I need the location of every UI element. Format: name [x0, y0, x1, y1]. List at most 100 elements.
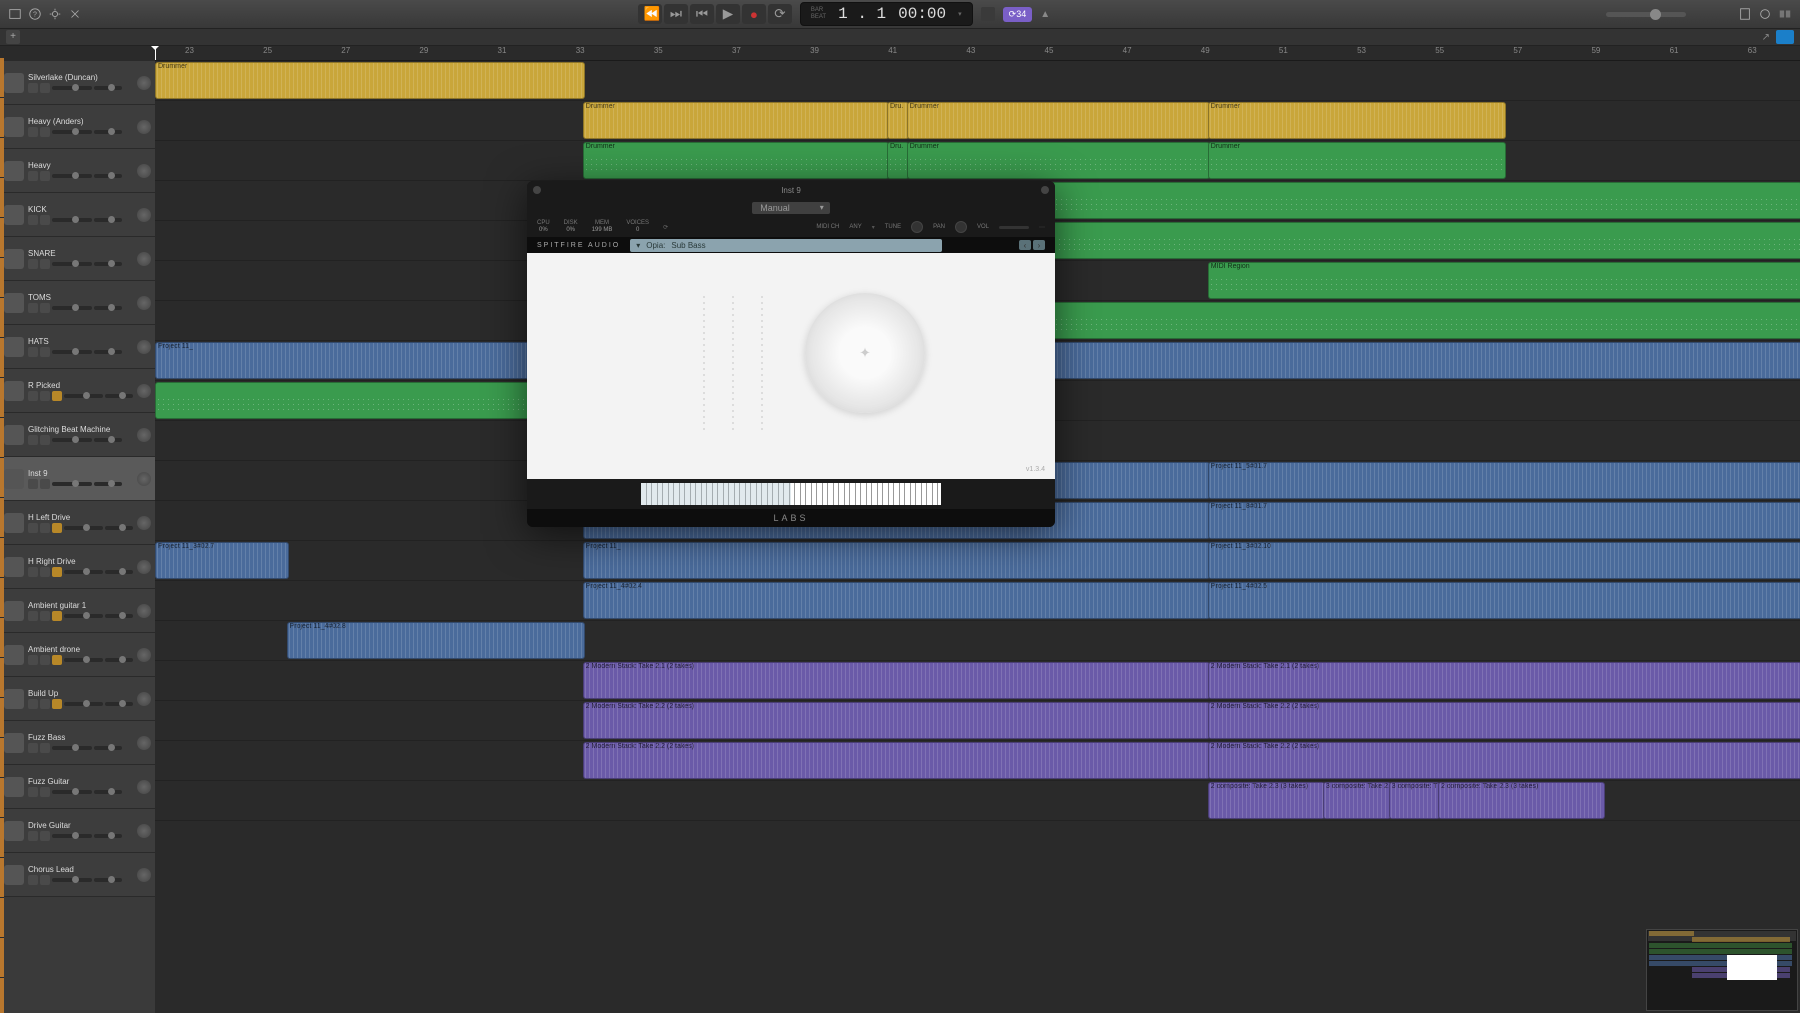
track-knob[interactable]: [137, 76, 151, 90]
track-header[interactable]: H Right Drive: [0, 545, 155, 589]
region[interactable]: Drummer: [583, 142, 889, 179]
track-knob[interactable]: [137, 296, 151, 310]
track-knob[interactable]: [137, 692, 151, 706]
region[interactable]: Project 11_8#01.7: [1208, 502, 1800, 539]
volume-slider[interactable]: [64, 658, 104, 662]
mute-button[interactable]: [28, 479, 38, 489]
arrange-minimap[interactable]: [1646, 929, 1798, 1011]
pan-slider[interactable]: [94, 218, 122, 222]
track-header[interactable]: Chorus Lead: [0, 853, 155, 897]
track-knob[interactable]: [137, 604, 151, 618]
track-header[interactable]: SNARE: [0, 237, 155, 281]
freeze-button[interactable]: [52, 523, 62, 533]
pan-slider[interactable]: [105, 394, 133, 398]
solo-button[interactable]: [40, 435, 50, 445]
pan-slider[interactable]: [94, 130, 122, 134]
master-volume-slider[interactable]: [1606, 12, 1686, 17]
volume-slider[interactable]: [64, 702, 104, 706]
track-icon[interactable]: [4, 249, 24, 269]
main-knob[interactable]: [805, 293, 925, 413]
timeline-ruler[interactable]: 2325272931333537394143454749515355575961…: [155, 46, 1800, 61]
pan-slider[interactable]: [94, 790, 122, 794]
region[interactable]: Drummer: [1208, 142, 1506, 179]
track-icon[interactable]: [4, 117, 24, 137]
freeze-button[interactable]: [52, 699, 62, 709]
track-icon[interactable]: [4, 337, 24, 357]
preset-selector[interactable]: Manual▾: [752, 202, 830, 214]
region[interactable]: 2 composite: Take 2.3 (3 takes): [1208, 782, 1325, 819]
pan-slider[interactable]: [105, 702, 133, 706]
metronome-icon[interactable]: ▲: [1040, 9, 1050, 20]
go-to-beginning-button[interactable]: ⏮: [690, 4, 714, 24]
media-browser-icon[interactable]: [1778, 7, 1792, 21]
snap-toggle[interactable]: [1776, 30, 1794, 44]
mute-button[interactable]: [28, 875, 38, 885]
mute-button[interactable]: [28, 699, 38, 709]
track-lane[interactable]: Project 11_4#02.4Project 11_4#02.5: [155, 581, 1800, 621]
plugin-keyboard[interactable]: [527, 479, 1055, 509]
pan-slider[interactable]: [94, 174, 122, 178]
mute-button[interactable]: [28, 83, 38, 93]
dynamics-fader[interactable]: [726, 293, 740, 433]
track-header[interactable]: Inst 9: [0, 457, 155, 501]
volume-slider[interactable]: [52, 86, 92, 90]
volume-slider[interactable]: [64, 394, 104, 398]
expression-fader[interactable]: [697, 293, 711, 433]
region[interactable]: Drummer: [907, 142, 1210, 179]
count-in-icon[interactable]: [981, 7, 995, 21]
volume-slider[interactable]: [52, 174, 92, 178]
rewind-start-button[interactable]: ⏪: [638, 4, 662, 24]
fast-forward-button[interactable]: ⏭: [664, 4, 688, 24]
track-knob[interactable]: [137, 208, 151, 222]
track-header[interactable]: TOMS: [0, 281, 155, 325]
volume-slider[interactable]: [52, 130, 92, 134]
solo-button[interactable]: [40, 655, 50, 665]
track-icon[interactable]: [4, 73, 24, 93]
pan-slider[interactable]: [94, 482, 122, 486]
solo-button[interactable]: [40, 831, 50, 841]
track-icon[interactable]: [4, 601, 24, 621]
track-knob[interactable]: [137, 384, 151, 398]
refresh-icon[interactable]: ⟳: [663, 224, 668, 231]
pan-slider[interactable]: [94, 262, 122, 266]
track-knob[interactable]: [137, 252, 151, 266]
pan-slider[interactable]: [94, 86, 122, 90]
track-knob[interactable]: [137, 780, 151, 794]
track-header[interactable]: Silverlake (Duncan): [0, 61, 155, 105]
region[interactable]: Drummer: [155, 62, 585, 99]
mute-button[interactable]: [28, 655, 38, 665]
volume-slider[interactable]: [52, 350, 92, 354]
pan-slider[interactable]: [94, 878, 122, 882]
solo-button[interactable]: [40, 787, 50, 797]
pan-slider[interactable]: [94, 306, 122, 310]
region[interactable]: Project 11_4#02.8: [287, 622, 585, 659]
tuner-button[interactable]: ⟳34: [1003, 7, 1033, 22]
mute-button[interactable]: [28, 523, 38, 533]
position-display[interactable]: 1 . 1: [838, 5, 886, 23]
mute-button[interactable]: [28, 259, 38, 269]
volume-slider[interactable]: [52, 878, 92, 882]
volume-slider[interactable]: [52, 218, 92, 222]
region[interactable]: 3 composite: T: [1389, 782, 1440, 819]
cycle-button[interactable]: ⟳: [768, 4, 792, 24]
solo-button[interactable]: [40, 303, 50, 313]
solo-button[interactable]: [40, 875, 50, 885]
region[interactable]: Project 11_: [583, 542, 1210, 579]
solo-button[interactable]: [40, 479, 50, 489]
region[interactable]: Drummer: [907, 102, 1210, 139]
mute-button[interactable]: [28, 611, 38, 621]
patch-selector[interactable]: ▾ Opia: Sub Bass: [630, 239, 942, 252]
volume-slider[interactable]: [52, 790, 92, 794]
track-header[interactable]: H Left Drive: [0, 501, 155, 545]
mute-button[interactable]: [28, 787, 38, 797]
track-header[interactable]: Fuzz Guitar: [0, 765, 155, 809]
solo-button[interactable]: [40, 83, 50, 93]
vol-slider[interactable]: [999, 226, 1029, 229]
track-icon[interactable]: [4, 205, 24, 225]
region[interactable]: Project 11_4#02.5: [1208, 582, 1800, 619]
track-knob[interactable]: [137, 648, 151, 662]
mute-button[interactable]: [28, 831, 38, 841]
pan-slider[interactable]: [105, 570, 133, 574]
freeze-button[interactable]: [52, 655, 62, 665]
track-icon[interactable]: [4, 425, 24, 445]
